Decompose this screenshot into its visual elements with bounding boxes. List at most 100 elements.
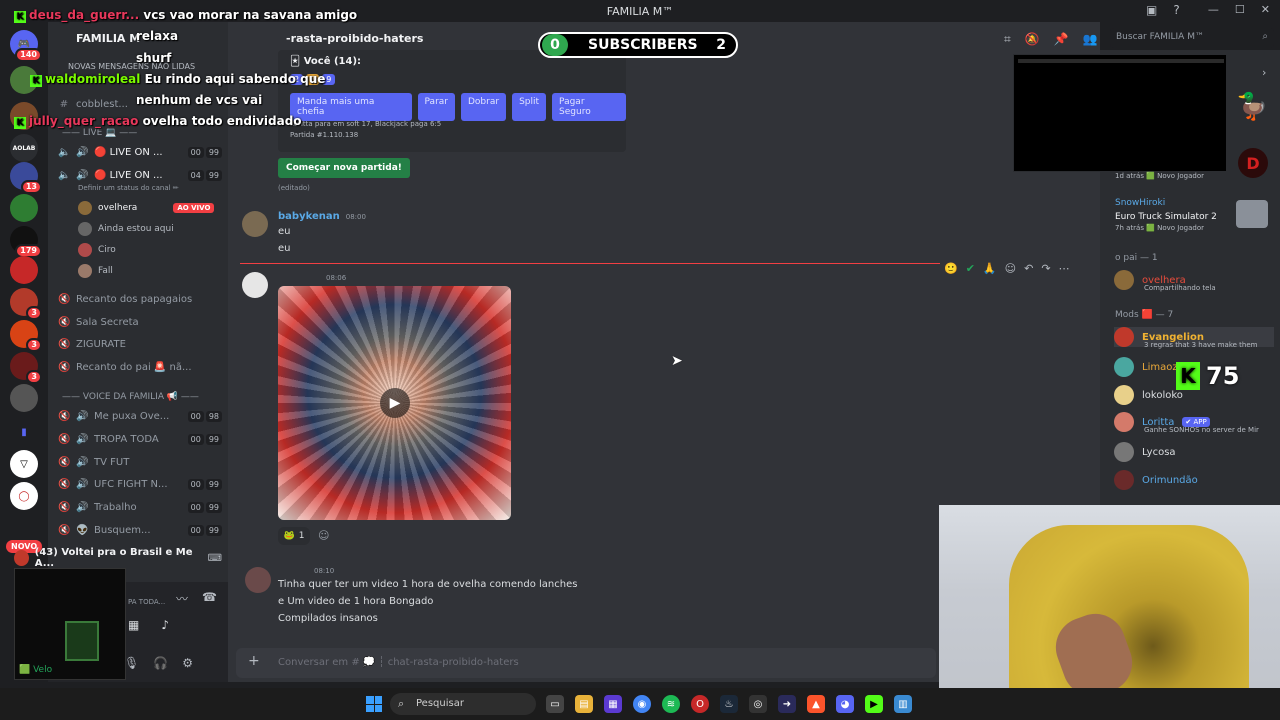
members-icon[interactable]: 👥 bbox=[1083, 32, 1098, 47]
obs-icon[interactable]: ◎ bbox=[749, 695, 767, 713]
avatar[interactable] bbox=[242, 211, 268, 237]
member-lycosa[interactable]: Lycosa bbox=[1114, 442, 1176, 462]
more-icon[interactable]: ⋯ bbox=[1059, 262, 1070, 275]
channel-recanto-pai[interactable]: 🔇 Recanto do pai 🚨 nã... bbox=[58, 357, 222, 377]
stand-button[interactable]: Parar bbox=[417, 93, 455, 121]
voice-user-4[interactable]: Fall bbox=[78, 264, 113, 278]
activity-user[interactable]: SnowHiroki bbox=[1115, 198, 1165, 208]
file-explorer-icon[interactable]: ▤ bbox=[575, 695, 593, 713]
channel-live-2[interactable]: 🔈 🔊 🔴 LIVE ON ... 04 99 bbox=[58, 165, 222, 185]
video-attachment[interactable]: ▶ bbox=[278, 286, 511, 520]
message-author[interactable]: 08:06 bbox=[278, 272, 346, 283]
server-icon-home[interactable]: 🎮 140 bbox=[10, 30, 42, 62]
reply-icon[interactable]: ↶ bbox=[1024, 262, 1033, 275]
kick-icon[interactable]: ▶ bbox=[865, 695, 883, 713]
add-reaction-icon[interactable]: ☺ bbox=[318, 529, 329, 542]
member-ovelhera[interactable]: ovelhera Compartilhando tela bbox=[1114, 270, 1216, 292]
double-button[interactable]: Dobrar bbox=[461, 93, 507, 121]
message-author[interactable]: 08:10 bbox=[278, 565, 334, 576]
close-button[interactable]: ✕ bbox=[1261, 3, 1270, 16]
settings-gear-icon[interactable]: ⚙ bbox=[182, 656, 193, 670]
opera-icon[interactable]: O bbox=[691, 695, 709, 713]
arrow-app-icon[interactable]: ➜ bbox=[778, 695, 796, 713]
category-live[interactable]: —— LIVE 💻 —— bbox=[62, 128, 137, 138]
avatar[interactable] bbox=[242, 272, 268, 298]
channel-status-hint[interactable]: Definir um status do canal ✏ bbox=[78, 184, 179, 192]
play-icon[interactable]: ▶ bbox=[380, 388, 410, 418]
reaction-pill[interactable]: 🐸 1 bbox=[278, 527, 310, 545]
message-composer[interactable]: + Conversar em # 💭 ┆ chat-rasta-proibido… bbox=[236, 648, 936, 678]
channel-me-puxa[interactable]: 🔇 🔊 Me puxa Ove... 00 98 bbox=[58, 406, 222, 426]
server-icon-11[interactable]: 3 bbox=[10, 352, 42, 384]
server-icon-valorant[interactable]: ▽ bbox=[10, 450, 38, 478]
server-icon-10[interactable]: 3 bbox=[10, 320, 42, 352]
chevron-right-icon[interactable]: › bbox=[1262, 66, 1266, 79]
voice-user-ovelhera[interactable]: ovelhera AO VIVO bbox=[78, 201, 215, 215]
channel-tv-fut[interactable]: 🔇 🔊 TV FUT bbox=[58, 452, 222, 472]
channel-live-1[interactable]: 🔈 🔊 🔴 LIVE ON ... 00 99 bbox=[58, 142, 222, 162]
check-emoji-icon[interactable]: ✔ bbox=[966, 262, 975, 275]
voice-user-3[interactable]: Ciro bbox=[78, 243, 116, 257]
insurance-button[interactable]: Pagar Seguro bbox=[552, 93, 626, 121]
folder-icon[interactable]: ▮ bbox=[10, 418, 38, 446]
minimize-button[interactable]: — bbox=[1208, 3, 1219, 16]
server-icon-9[interactable]: 3 bbox=[10, 288, 42, 320]
pray-emoji-icon[interactable]: 🙏 bbox=[983, 262, 997, 275]
new-game-button[interactable]: Começar nova partida! bbox=[278, 158, 410, 178]
spotify-icon[interactable]: ≋ bbox=[662, 695, 680, 713]
mute-bell-icon[interactable]: 🔕 bbox=[1025, 32, 1040, 47]
add-reaction-icon[interactable]: ☺ bbox=[1005, 262, 1016, 275]
discord-icon[interactable]: ◕ bbox=[836, 695, 854, 713]
avatar[interactable] bbox=[245, 567, 271, 593]
server-icon-8[interactable] bbox=[10, 256, 38, 284]
channel-tropa-toda[interactable]: 🔇 🔊 TROPA TODA 00 99 bbox=[58, 429, 222, 449]
channel-busquem[interactable]: 🔇 👽 Busquem... 00 99 bbox=[58, 520, 222, 540]
controller-icon[interactable]: ⌨ bbox=[208, 553, 222, 564]
maximize-button[interactable]: ☐ bbox=[1235, 3, 1245, 16]
server-icon-aolab[interactable]: AOLAB bbox=[10, 134, 38, 162]
server-icon-opera[interactable]: ◯ bbox=[10, 482, 38, 510]
member-loritta[interactable]: Loritta ✔ APP Ganhe SONHOS no server de … bbox=[1114, 412, 1259, 434]
stream-preview[interactable]: 🟩 Velo bbox=[14, 568, 126, 680]
channel-sala-secreta[interactable]: 🔇 Sala Secreta bbox=[58, 312, 222, 332]
channel-zigurate[interactable]: 🔇 ZIGURATE bbox=[58, 334, 222, 354]
task-view-icon[interactable]: ▭ bbox=[546, 695, 564, 713]
member-evangelion[interactable]: Evangelion 3 regras that 3 have make the… bbox=[1114, 327, 1274, 349]
apps-grid-icon[interactable]: ▦ bbox=[604, 695, 622, 713]
activities-icon[interactable]: ▦ bbox=[128, 618, 139, 632]
message-author[interactable]: babykenan 08:00 bbox=[278, 211, 366, 222]
soundboard-icon[interactable]: ♪ bbox=[161, 618, 169, 632]
server-icon-12[interactable] bbox=[10, 384, 38, 412]
pin-icon[interactable]: 📌 bbox=[1054, 32, 1069, 47]
category-voice[interactable]: —— VOICE DA FAMILIA 📢 —— bbox=[62, 392, 199, 402]
inbox-icon[interactable]: ▣ bbox=[1146, 3, 1157, 17]
server-icon-7[interactable]: 179 bbox=[10, 226, 42, 258]
member-lokoloko[interactable]: lokoloko bbox=[1114, 385, 1183, 405]
forward-icon[interactable]: ↷ bbox=[1041, 262, 1050, 275]
chrome-icon[interactable]: ◉ bbox=[633, 695, 651, 713]
hit-button[interactable]: Manda mais uma chefia bbox=[290, 93, 412, 121]
noise-suppression-icon[interactable]: 〰 bbox=[176, 590, 188, 607]
brave-icon[interactable]: ▲ bbox=[807, 695, 825, 713]
server-icon-6[interactable] bbox=[10, 194, 38, 222]
attach-plus-icon[interactable]: + bbox=[248, 653, 260, 669]
voice-user-2[interactable]: Ainda estou aqui bbox=[78, 222, 174, 236]
mic-icon[interactable]: 🎙 bbox=[124, 656, 139, 670]
reaction-emoji-icon[interactable]: 🙂 bbox=[944, 262, 958, 275]
server-icon-5[interactable]: 13 bbox=[10, 162, 42, 194]
help-icon[interactable]: ? bbox=[1173, 3, 1179, 17]
unread-banner[interactable]: NOVAS MENSAGENS NÃO LIDAS bbox=[68, 62, 195, 71]
split-button[interactable]: Split bbox=[512, 93, 547, 121]
disconnect-icon[interactable]: ☎ bbox=[202, 590, 217, 607]
windows-start-icon[interactable] bbox=[366, 696, 382, 712]
channel-trabalho[interactable]: 🔇 🔊 Trabalho 00 99 bbox=[58, 497, 222, 517]
threads-icon[interactable]: ⌗ bbox=[1004, 32, 1011, 47]
taskbar-search[interactable]: ⌕ Pesquisar bbox=[390, 693, 536, 715]
steam-icon[interactable]: ♨ bbox=[720, 695, 738, 713]
headphones-icon[interactable]: 🎧 bbox=[153, 656, 168, 670]
member-orimundao[interactable]: Orimundão bbox=[1114, 470, 1198, 490]
notepad-icon[interactable]: ▥ bbox=[894, 695, 912, 713]
search-input[interactable]: Buscar FAMILIA M™ ⌕ bbox=[1110, 28, 1274, 48]
channel-recanto[interactable]: 🔇 Recanto dos papagaios bbox=[58, 289, 222, 309]
channel-ufc[interactable]: 🔇 🔊 UFC FIGHT N... 00 99 bbox=[58, 474, 222, 494]
